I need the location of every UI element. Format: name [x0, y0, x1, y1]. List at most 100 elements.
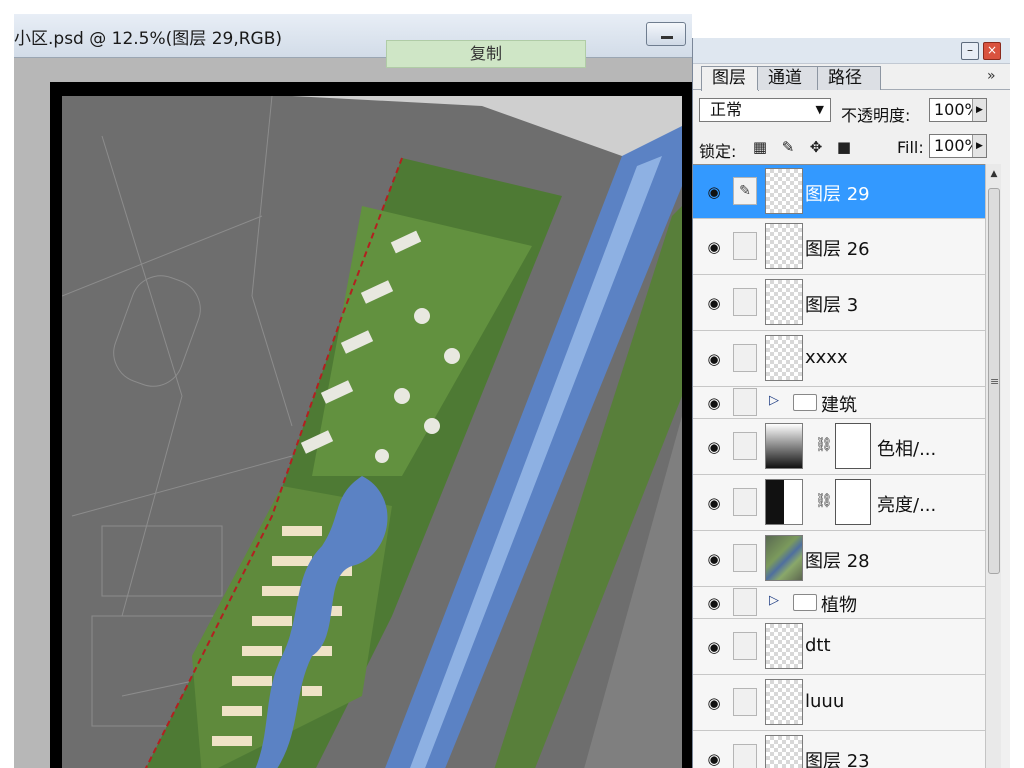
link-box[interactable] [733, 544, 757, 572]
fill-field[interactable]: 100% ▶ [929, 134, 987, 158]
tab-paths[interactable]: 路径 [817, 66, 881, 90]
lock-brush-icon[interactable]: ✎ [779, 138, 797, 156]
layer-row[interactable]: ◉ 图层 23 [693, 731, 985, 768]
scroll-thumb[interactable]: ≡ [988, 188, 1000, 574]
layers-scrollbar[interactable]: ▲ ≡ [985, 164, 1001, 768]
copy-tooltip: 复制 [386, 40, 586, 68]
chevron-right-icon[interactable]: ▶ [972, 135, 986, 157]
document-window: 小区.psd @ 12.5%(图层 29,RGB) 复制 [14, 14, 700, 768]
link-box[interactable] [733, 288, 757, 316]
link-box[interactable] [733, 344, 757, 372]
tab-layers[interactable]: 图层 [701, 66, 759, 91]
document-titlebar[interactable]: 小区.psd @ 12.5%(图层 29,RGB) [14, 14, 692, 58]
layer-name: 色相/... [877, 439, 937, 460]
layer-group-row[interactable]: ◉ ▷ 建筑 [693, 387, 985, 419]
blend-row: 正常 ▼ 不透明度: 100% ▶ [693, 94, 1010, 126]
chevron-down-icon: ▼ [815, 103, 824, 116]
layers-list: ◉ ✎ 图层 29 ◉ 图层 26 ◉ 图层 3 ◉ xxxx ◉ ▷ 建筑 ◉… [693, 164, 985, 768]
layer-thumbnail [765, 279, 803, 325]
layer-name: 图层 23 [805, 751, 870, 768]
layers-panel: – × 图层 通道 路径 » 正常 ▼ 不透明度: 100% ▶ 锁定: ▦ ✎… [692, 38, 1010, 768]
layer-name: 图层 3 [805, 295, 859, 316]
lock-transparency-icon[interactable]: ▦ [751, 138, 769, 156]
link-box[interactable] [733, 232, 757, 260]
adjustment-thumbnail [765, 479, 803, 525]
eye-icon[interactable]: ◉ [703, 495, 725, 511]
layer-group-row[interactable]: ◉ ▷ 植物 [693, 587, 985, 619]
tab-channels[interactable]: 通道 [757, 66, 819, 90]
document-canvas[interactable] [50, 82, 700, 768]
link-box[interactable] [733, 632, 757, 660]
lock-label: 锁定: [699, 142, 737, 161]
panel-tabs: 图层 通道 路径 » [693, 64, 1010, 91]
layer-row[interactable]: ◉ ⛓ 亮度/... [693, 475, 985, 531]
opacity-field[interactable]: 100% ▶ [929, 98, 987, 122]
brush-icon[interactable]: ✎ [733, 177, 757, 205]
layer-row[interactable]: ◉ luuu [693, 675, 985, 731]
layer-row[interactable]: ◉ 图层 3 [693, 275, 985, 331]
layer-row[interactable]: ◉ xxxx [693, 331, 985, 387]
chain-link-icon[interactable]: ⛓ [815, 493, 833, 509]
eye-icon[interactable]: ◉ [703, 751, 725, 767]
link-box[interactable] [733, 588, 757, 616]
layer-mask-thumbnail[interactable] [835, 479, 871, 525]
layer-thumbnail [765, 679, 803, 725]
document-title: 小区.psd @ 12.5%(图层 29,RGB) [14, 29, 283, 49]
chevron-right-icon[interactable]: ▶ [972, 99, 986, 121]
link-box[interactable] [733, 488, 757, 516]
eye-icon[interactable]: ◉ [703, 395, 725, 411]
blend-mode-value: 正常 [710, 100, 743, 119]
layer-row[interactable]: ◉ dtt [693, 619, 985, 675]
eye-icon[interactable]: ◉ [703, 439, 725, 455]
lock-row: 锁定: ▦ ✎ ✥ ■ Fill: 100% ▶ [693, 130, 1010, 162]
panel-header[interactable]: – × [693, 38, 1010, 64]
layer-row[interactable]: ◉ 图层 28 [693, 531, 985, 587]
layer-row[interactable]: ◉ ⛓ 色相/... [693, 419, 985, 475]
layer-row[interactable]: ◉ 图层 26 [693, 219, 985, 275]
eye-icon[interactable]: ◉ [703, 184, 725, 200]
lock-all-icon[interactable]: ■ [835, 138, 853, 156]
layer-thumbnail [765, 335, 803, 381]
group-name: 植物 [821, 595, 857, 616]
scroll-up-icon[interactable]: ▲ [986, 166, 1002, 182]
fill-label: Fill: [897, 138, 924, 157]
layer-name: xxxx [805, 347, 848, 368]
link-box[interactable] [733, 388, 757, 416]
lock-move-icon[interactable]: ✥ [807, 138, 825, 156]
layer-name: 亮度/... [877, 495, 937, 516]
eye-icon[interactable]: ◉ [703, 551, 725, 567]
minimize-button[interactable] [646, 22, 686, 46]
layer-row[interactable]: ◉ ✎ 图层 29 [693, 165, 985, 219]
layer-thumbnail [765, 168, 803, 214]
eye-icon[interactable]: ◉ [703, 351, 725, 367]
eye-icon[interactable]: ◉ [703, 695, 725, 711]
eye-icon[interactable]: ◉ [703, 595, 725, 611]
link-box[interactable] [733, 432, 757, 460]
layer-thumbnail [765, 623, 803, 669]
opacity-label: 不透明度: [841, 106, 911, 125]
layer-thumbnail [765, 223, 803, 269]
expand-arrow-icon[interactable]: ▷ [769, 593, 779, 608]
chain-link-icon[interactable]: ⛓ [815, 437, 833, 453]
panel-close-button[interactable]: × [983, 42, 1001, 60]
link-box[interactable] [733, 688, 757, 716]
layer-thumbnail [765, 535, 803, 581]
canvas-area[interactable] [14, 58, 700, 768]
layer-name: 图层 28 [805, 551, 870, 572]
grip-icon: ≡ [990, 375, 1000, 388]
expand-arrow-icon[interactable]: ▷ [769, 393, 779, 408]
layer-thumbnail [765, 735, 803, 768]
eye-icon[interactable]: ◉ [703, 239, 725, 255]
layer-name: luuu [805, 691, 845, 712]
panel-menu-icon[interactable]: » [987, 68, 996, 84]
folder-icon [793, 394, 817, 411]
layer-name: 图层 29 [805, 184, 870, 205]
eye-icon[interactable]: ◉ [703, 295, 725, 311]
group-name: 建筑 [821, 395, 857, 416]
panel-minimize-button[interactable]: – [961, 42, 979, 60]
adjustment-thumbnail [765, 423, 803, 469]
blend-mode-select[interactable]: 正常 ▼ [699, 98, 831, 122]
eye-icon[interactable]: ◉ [703, 639, 725, 655]
layer-mask-thumbnail[interactable] [835, 423, 871, 469]
link-box[interactable] [733, 744, 757, 768]
